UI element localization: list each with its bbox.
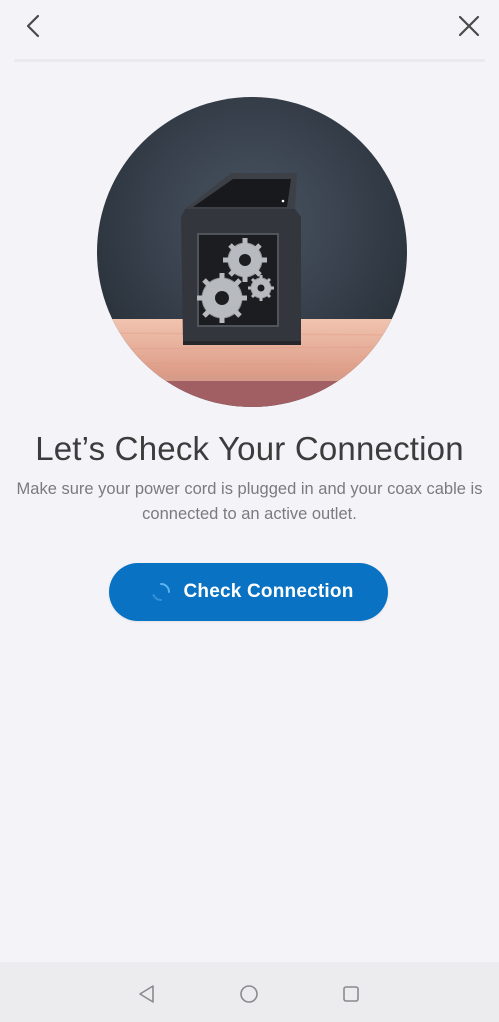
page-title: Let’s Check Your Connection — [35, 430, 464, 467]
square-recents-icon — [343, 986, 359, 1002]
top-bar — [0, 0, 499, 62]
system-recents-button[interactable] — [339, 982, 363, 1006]
system-home-button[interactable] — [237, 982, 261, 1006]
check-connection-button[interactable]: Check Connection — [109, 563, 388, 621]
loading-spinner-icon — [151, 582, 171, 602]
screen: Let’s Check Your Connection Make sure yo… — [0, 0, 499, 1022]
back-button[interactable] — [18, 10, 50, 42]
chevron-left-icon — [26, 14, 40, 38]
system-nav-bar — [0, 962, 499, 1022]
check-connection-label: Check Connection — [183, 581, 354, 602]
triangle-back-icon — [139, 985, 154, 1003]
system-back-button[interactable] — [135, 982, 159, 1006]
close-icon — [458, 15, 480, 37]
hero-illustration — [97, 97, 407, 407]
circle-home-icon — [240, 985, 258, 1003]
page-subtitle: Make sure your power cord is plugged in … — [16, 480, 483, 523]
close-button[interactable] — [453, 10, 485, 42]
gateway-device-illustration — [97, 97, 407, 407]
header-divider — [14, 59, 485, 62]
